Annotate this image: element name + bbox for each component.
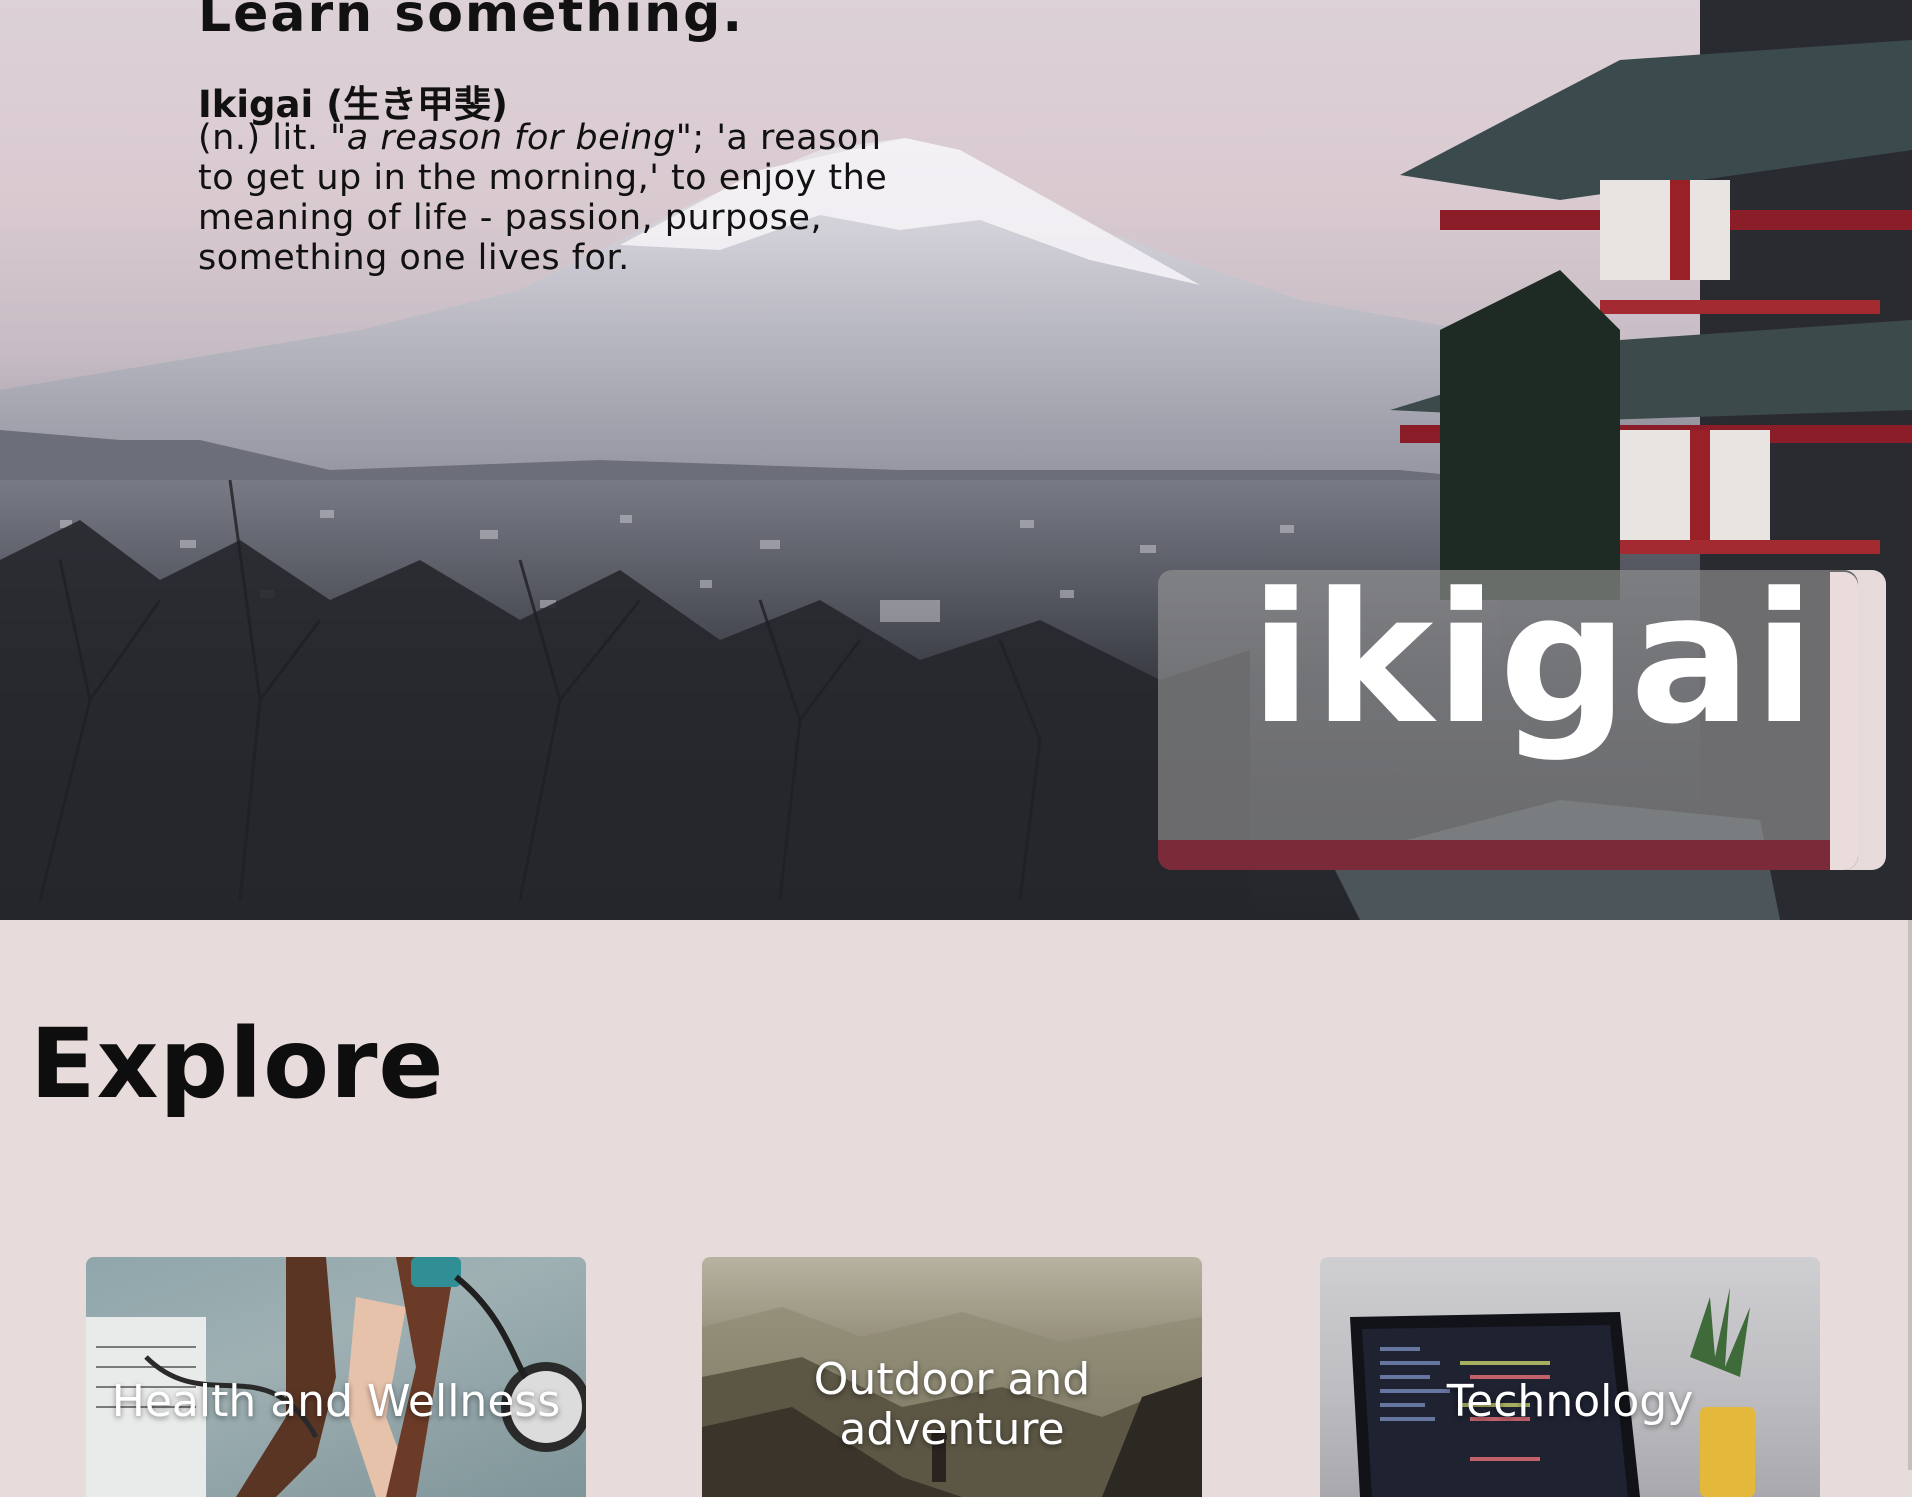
page-scrollbar[interactable]	[1908, 920, 1912, 1470]
card-health-and-wellness[interactable]: Health and Wellness	[86, 1257, 586, 1497]
definition-italic: a reason for being	[346, 118, 676, 158]
definition-prefix: (n.) lit. "	[198, 118, 347, 158]
card-technology[interactable]: Technology	[1320, 1257, 1820, 1497]
hero-heading: Learn something.	[198, 0, 745, 44]
explore-heading: Explore	[30, 1008, 445, 1120]
card-outdoor-and-adventure[interactable]: Outdoor and adventure	[702, 1257, 1202, 1497]
definition-body: (n.) lit. "a reason for being"; 'a reaso…	[198, 118, 918, 278]
card-label-outdoor: Outdoor and adventure	[813, 1354, 1091, 1455]
card-label-health: Health and Wellness	[111, 1376, 561, 1427]
logo-box-edge	[1830, 572, 1858, 870]
site-logo[interactable]: ikigai	[1250, 560, 1815, 760]
card-label-technology: Technology	[1446, 1376, 1694, 1427]
hero-banner: Learn something. Ikigai (生き甲斐) (n.) lit.…	[0, 0, 1912, 920]
